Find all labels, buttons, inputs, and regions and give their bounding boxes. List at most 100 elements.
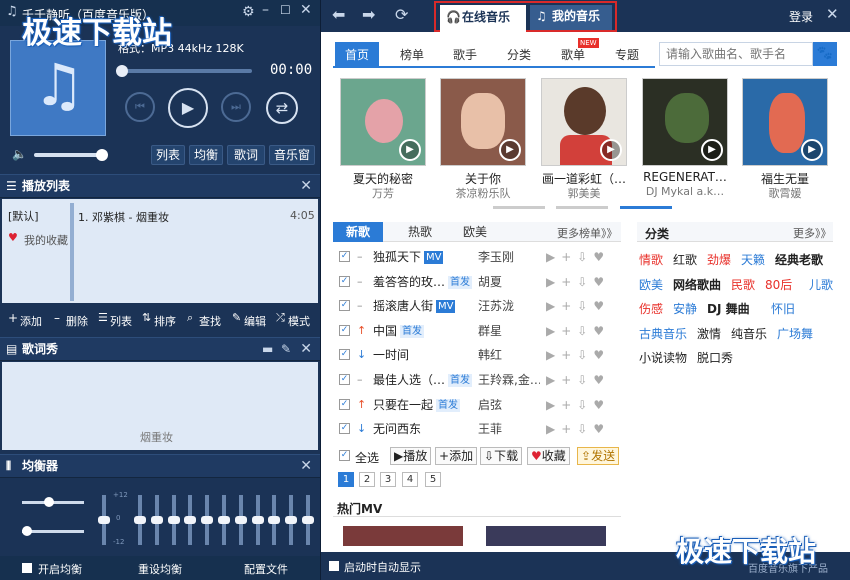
category-item[interactable]: 经典老歌 — [775, 251, 823, 268]
category-item[interactable]: 古典音乐 — [639, 325, 687, 342]
find-button[interactable]: 查找 — [199, 313, 221, 329]
nav-artists[interactable]: 歌手 — [443, 42, 487, 68]
page-1[interactable]: 1 — [338, 472, 354, 487]
song-checkbox[interactable]: ✓ — [339, 423, 350, 435]
nav-home[interactable]: 首页 — [335, 42, 379, 68]
song-checkbox[interactable]: ✓ — [339, 374, 350, 385]
category-item[interactable]: 红歌 — [673, 251, 697, 268]
album-5-play-icon[interactable]: ▶ — [801, 139, 823, 161]
playlist-favorites[interactable]: 我的收藏 — [24, 232, 68, 248]
forward-icon[interactable]: ➡ — [362, 5, 375, 24]
row-download-icon[interactable]: ⇩ — [577, 398, 593, 412]
album-cover-5[interactable]: ▶ — [742, 78, 828, 166]
carousel-dot-1[interactable] — [493, 206, 545, 209]
album-cover-2[interactable]: ▶ — [440, 78, 526, 166]
select-all-checkbox[interactable]: ✓ — [339, 450, 350, 461]
eq-band[interactable] — [302, 495, 314, 545]
song-name[interactable]: 中国 — [373, 319, 478, 343]
download-selected-button[interactable]: ⇩下载 — [480, 447, 523, 465]
eq-band-knob[interactable] — [302, 516, 314, 524]
song-row[interactable]: ✓ ↓ 一时间 韩红 ▶+⇩♥ — [333, 343, 621, 367]
row-play-icon[interactable]: ▶ — [546, 324, 561, 338]
song-checkbox[interactable]: ✓ — [339, 300, 350, 312]
category-item[interactable]: 80后 — [765, 276, 792, 293]
play-selected-button[interactable]: ▶播放 — [390, 447, 432, 465]
eq-band-knob[interactable] — [234, 516, 247, 524]
category-item[interactable]: 小说读物 — [639, 349, 687, 366]
song-checkbox[interactable]: ✓ — [339, 275, 350, 287]
category-item[interactable]: 伤感 — [639, 300, 663, 317]
category-item[interactable]: 激情 — [697, 325, 721, 342]
row-play-icon[interactable]: ▶ — [546, 398, 561, 412]
row-favorite-icon[interactable]: ♥ — [593, 324, 610, 338]
minimize-icon[interactable]: – — [262, 2, 269, 18]
search-icon[interactable]: ⌕ — [187, 311, 193, 325]
song-name[interactable]: 摇滚唐人街 — [373, 294, 478, 318]
eq-config-button[interactable]: 配置文件 — [244, 561, 288, 577]
row-favorite-icon[interactable]: ♥ — [593, 398, 610, 412]
refresh-icon[interactable]: ⟳ — [395, 5, 408, 24]
row-favorite-icon[interactable]: ♥ — [593, 373, 610, 387]
playmode-button[interactable]: ⇄ — [266, 92, 298, 124]
autostart-checkbox[interactable] — [329, 561, 339, 571]
eq-band[interactable] — [285, 495, 298, 545]
eq-enable-label[interactable]: 开启均衡 — [38, 561, 82, 577]
album-1-play-icon[interactable]: ▶ — [399, 139, 421, 161]
row-favorite-icon[interactable]: ♥ — [593, 299, 610, 313]
song-row[interactable]: ✓ ↓ 无问西东 王菲 ▶+⇩♥ — [333, 417, 621, 441]
eq-band[interactable] — [134, 495, 146, 545]
eq-band-knob[interactable] — [268, 516, 281, 524]
close-icon[interactable]: ✕ — [300, 2, 312, 18]
preamp-band[interactable] — [98, 495, 110, 545]
tab-online-music[interactable]: 🎧 在线音乐 — [440, 5, 526, 32]
balance-slider[interactable] — [22, 497, 84, 507]
album-cover-3[interactable]: ▶ — [541, 78, 627, 166]
delete-button[interactable]: 删除 — [66, 313, 88, 329]
category-item[interactable]: 怀旧 — [771, 300, 795, 317]
next-button[interactable]: ⏭ — [221, 92, 251, 122]
play-button[interactable]: ▶ — [168, 88, 208, 128]
category-item[interactable]: 情歌 — [639, 251, 663, 268]
mode-icon[interactable]: ⤮ — [276, 311, 285, 325]
eq-band[interactable] — [268, 495, 281, 545]
song-name[interactable]: 无问西东 — [373, 417, 478, 441]
edit-icon[interactable]: ✎ — [232, 311, 241, 324]
category-item[interactable]: 网络歌曲 — [673, 276, 721, 293]
song-artist[interactable]: 王羚霖,金… — [478, 368, 540, 392]
add-icon[interactable]: + — [8, 311, 18, 325]
song-tab-western[interactable]: 欧美 — [455, 222, 495, 242]
page-5[interactable]: 5 — [425, 472, 441, 487]
volume-slider[interactable] — [34, 149, 108, 161]
album-4-title[interactable]: REGENERAT… — [637, 170, 733, 184]
row-add-icon[interactable]: + — [561, 299, 577, 313]
category-item[interactable]: 欧美 — [639, 276, 663, 293]
song-artist[interactable]: 韩红 — [478, 343, 540, 367]
song-row[interactable]: ✓ – 最佳人选（… 首发 王羚霖,金… ▶+⇩♥ — [333, 368, 621, 392]
carousel-dot-3[interactable] — [620, 206, 672, 209]
category-item[interactable]: 广场舞 — [777, 325, 813, 342]
song-row[interactable]: ✓ – 摇滚唐人街 MV 汪苏泷 ▶+⇩♥ — [333, 294, 621, 318]
volume-icon[interactable]: 🔈 — [12, 147, 27, 161]
category-item[interactable]: 儿歌 — [809, 276, 833, 293]
eq-enable-checkbox[interactable] — [22, 563, 32, 573]
playlist-default[interactable]: [默认] — [8, 208, 39, 224]
lyrics-close-icon[interactable]: ✕ — [300, 338, 312, 360]
song-artist[interactable]: 李玉刚 — [478, 245, 540, 269]
song-row[interactable]: ✓ – 独孤天下 MV 李玉刚 ▶+⇩♥ — [333, 245, 621, 269]
song-checkbox[interactable]: ✓ — [339, 398, 350, 410]
eq-band[interactable] — [150, 495, 163, 545]
tab-my-music[interactable]: ♫ 我的音乐 — [530, 5, 612, 30]
eq-band-knob[interactable] — [201, 516, 214, 524]
lyrics-button[interactable]: 歌词 — [227, 145, 265, 165]
row-add-icon[interactable]: + — [561, 275, 577, 289]
row-download-icon[interactable]: ⇩ — [577, 324, 593, 338]
eq-band-knob[interactable] — [167, 516, 180, 524]
settings-icon[interactable]: ⚙ — [242, 4, 255, 20]
maximize-icon[interactable]: ☐ — [280, 3, 291, 17]
eq-band-knob[interactable] — [134, 516, 146, 524]
row-download-icon[interactable]: ⇩ — [577, 348, 593, 362]
album-5-artist[interactable]: 歌霄媛 — [737, 185, 833, 201]
edit-button[interactable]: 编辑 — [244, 313, 266, 329]
eq-band-knob[interactable] — [285, 516, 298, 524]
row-add-icon[interactable]: + — [561, 348, 577, 362]
